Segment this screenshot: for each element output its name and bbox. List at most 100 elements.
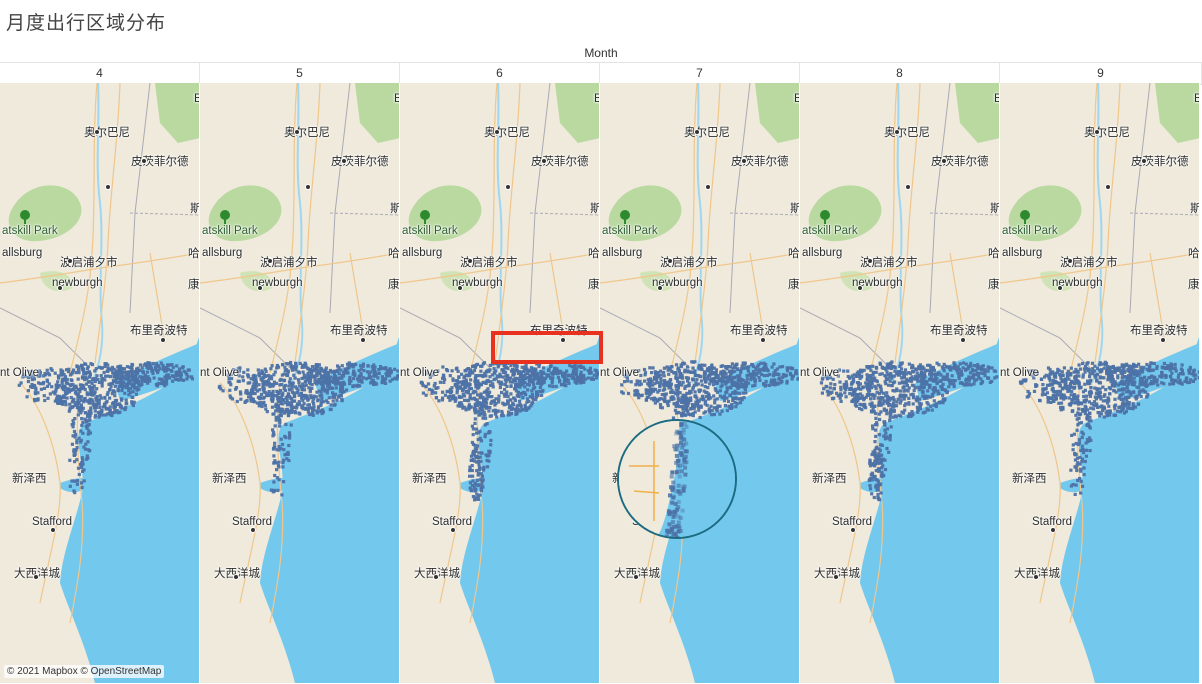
map-panel-month-5[interactable]: 奥尔巴尼 皮茨菲尔德 atskill Park allsburg 波启浦夕市 newbur… (200, 83, 400, 683)
city-dot-icon (1050, 527, 1056, 533)
tree-icon (619, 210, 631, 224)
map-label-edge-right-3: 康 (988, 279, 1000, 291)
month-header-4[interactable]: 4 (0, 63, 200, 84)
city-dot-icon (450, 527, 456, 533)
tree-icon (19, 210, 31, 224)
city-dot-icon (960, 337, 966, 343)
city-dot-icon (541, 158, 547, 164)
map-label-catskill-park: atskill Park (1002, 225, 1058, 237)
city-dot-icon (694, 129, 700, 135)
map-panel-month-7[interactable]: 奥尔巴尼 皮茨菲尔德 atskill Park allsburg 波启浦夕市 newbur… (600, 83, 800, 683)
map-label-edge-right-1: 斯 (190, 200, 199, 216)
basemap (0, 83, 199, 683)
map-label-albany: 奥尔巴尼 (84, 127, 130, 139)
basemap (600, 83, 799, 683)
city-dot-icon (141, 158, 147, 164)
map-label-edge-right-1: 斯 (590, 200, 599, 216)
map-label-saugerties: allsburg (1002, 247, 1043, 259)
city-dot-icon (233, 574, 239, 580)
city-dot-icon (257, 285, 263, 291)
map-label-bridgeport: 布里奇波特 (930, 325, 988, 337)
city-dot-icon (650, 527, 656, 533)
map-label-pittsfield: 皮茨菲尔德 (331, 156, 389, 168)
month-header-7[interactable]: 7 (600, 63, 800, 84)
map-label-edge-right-2: 哈 (788, 248, 800, 260)
city-dot-icon (850, 527, 856, 533)
city-dot-icon (57, 285, 63, 291)
map-label-albany: 奥尔巴尼 (1084, 127, 1130, 139)
city-dot-icon (941, 158, 947, 164)
city-dot-icon (1033, 574, 1039, 580)
city-dot-icon (267, 258, 273, 264)
map-label-new-jersey: 新泽西 (412, 473, 447, 485)
map-panel-month-4[interactable]: 奥尔巴尼 皮茨菲尔德 atskill Park allsburg 波启浦夕市 newbur… (0, 83, 200, 683)
city-dot-icon (760, 337, 766, 343)
map-label-edge-right-3: 康 (188, 279, 200, 291)
map-label-edge-right-3: 康 (788, 279, 800, 291)
map-label-edge-right-1: 斯 (1190, 200, 1199, 216)
map-label-new-jersey: 新泽西 (812, 473, 847, 485)
city-dot-icon (50, 527, 56, 533)
map-label-bridgeport: 布里奇波特 (730, 325, 788, 337)
map-label-catskill-park: atskill Park (802, 225, 858, 237)
map-label-edge-right-1: 斯 (390, 200, 399, 216)
city-dot-icon (705, 184, 711, 190)
basemap (1000, 83, 1199, 683)
map-label-edge-right-2: 哈 (988, 248, 1000, 260)
city-dot-icon (250, 527, 256, 533)
small-multiple-maps: 奥尔巴尼 皮茨菲尔德 atskill Park allsburg 波启浦夕市 newbur… (0, 83, 1202, 683)
map-panel-month-6[interactable]: 奥尔巴尼 皮茨菲尔德 atskill Park allsburg 波启浦夕市 newbur… (400, 83, 600, 683)
city-dot-icon (467, 258, 473, 264)
city-dot-icon (857, 285, 863, 291)
basemap (800, 83, 999, 683)
map-label-edge-right-2: 哈 (588, 248, 600, 260)
map-panel-month-9[interactable]: 奥尔巴尼 皮茨菲尔德 atskill Park allsburg 波启浦夕市 newbur… (1000, 83, 1200, 683)
map-label-new-jersey: 新泽西 (12, 473, 47, 485)
map-label-albany: 奥尔巴尼 (484, 127, 530, 139)
city-dot-icon (867, 258, 873, 264)
map-label-new-jersey: 新泽西 (612, 473, 647, 485)
map-label-edge-right-top: B (1194, 93, 1199, 105)
tree-icon (219, 210, 231, 224)
map-label-catskill-park: atskill Park (402, 225, 458, 237)
map-label-albany: 奥尔巴尼 (284, 127, 330, 139)
city-dot-icon (294, 129, 300, 135)
city-dot-icon (105, 184, 111, 190)
city-dot-icon (433, 574, 439, 580)
month-header-6[interactable]: 6 (400, 63, 600, 84)
month-header-9[interactable]: 9 (1000, 63, 1202, 84)
map-label-bridgeport: 布里奇波特 (1130, 325, 1188, 337)
map-label-mount-olive: nt Olive (800, 367, 839, 379)
city-dot-icon (905, 184, 911, 190)
map-label-saugerties: allsburg (802, 247, 843, 259)
map-label-bridgeport: 布里奇波特 (130, 325, 188, 337)
city-dot-icon (1105, 184, 1111, 190)
city-dot-icon (67, 258, 73, 264)
map-panel-month-8[interactable]: 奥尔巴尼 皮茨菲尔德 atskill Park allsburg 波启浦夕市 newbur… (800, 83, 1000, 683)
month-header-8[interactable]: 8 (800, 63, 1000, 84)
map-label-edge-right-1: 斯 (790, 200, 799, 216)
map-label-albany: 奥尔巴尼 (684, 127, 730, 139)
month-headers: 456789 (0, 62, 1202, 85)
month-header-5[interactable]: 5 (200, 63, 400, 84)
city-dot-icon (560, 337, 566, 343)
map-label-mount-olive: nt Olive (600, 367, 639, 379)
city-dot-icon (833, 574, 839, 580)
map-label-pittsfield: 皮茨菲尔德 (931, 156, 989, 168)
city-dot-icon (505, 184, 511, 190)
city-dot-icon (160, 337, 166, 343)
city-dot-icon (633, 574, 639, 580)
city-dot-icon (1067, 258, 1073, 264)
city-dot-icon (1057, 285, 1063, 291)
map-attribution[interactable]: © 2021 Mapbox © OpenStreetMap (4, 665, 165, 678)
map-label-edge-right-1: 斯 (990, 200, 999, 216)
map-label-pittsfield: 皮茨菲尔德 (531, 156, 589, 168)
map-label-edge-right-3: 康 (588, 279, 600, 291)
map-label-edge-right-2: 哈 (1188, 248, 1200, 260)
map-label-catskill-park: atskill Park (2, 225, 58, 237)
map-label-pittsfield: 皮茨菲尔德 (731, 156, 789, 168)
city-dot-icon (741, 158, 747, 164)
map-label-edge-right-2: 哈 (188, 248, 200, 260)
city-dot-icon (457, 285, 463, 291)
city-dot-icon (33, 574, 39, 580)
